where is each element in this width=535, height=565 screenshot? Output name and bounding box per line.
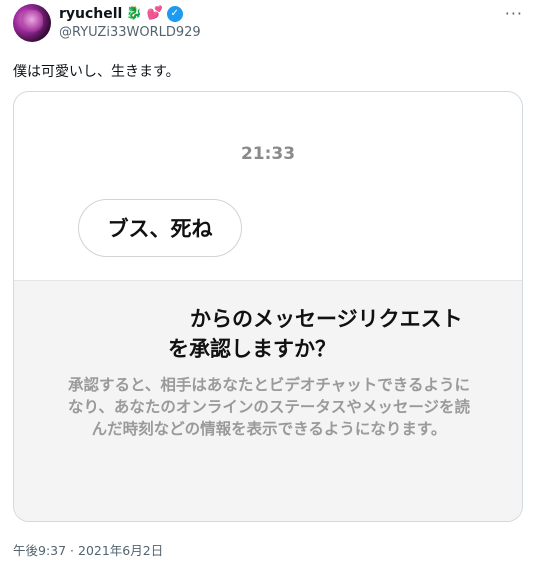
author-name-row[interactable]: ryuchell 🐉 💕 ✓ xyxy=(59,5,183,23)
request-title-line2: を承認しますか？ xyxy=(168,337,336,361)
heart-emoji-icon: 💕 xyxy=(146,6,163,21)
more-options-icon[interactable]: ··· xyxy=(505,4,523,23)
verified-badge-icon[interactable]: ✓ xyxy=(166,6,183,22)
chat-area: 21:33 ブス、死ね xyxy=(14,92,522,280)
message-bubble: ブス、死ね xyxy=(78,199,242,257)
description-line: んだ時刻などの情報を表示できるようになります。 xyxy=(91,420,447,438)
author-handle[interactable]: @RYUZi33WORLD929 xyxy=(59,25,201,40)
tweet-timestamp[interactable]: 午後9:37 · 2021年6月2日 xyxy=(13,540,163,559)
message-time: 21:33 xyxy=(240,144,296,164)
avatar[interactable] xyxy=(13,4,51,42)
attached-image[interactable]: 21:33 ブス、死ね からのメッセージリクエスト を承認しますか？ 承認すると… xyxy=(13,91,523,522)
tweet-text: 僕は可愛いし、生きます。 xyxy=(13,64,180,80)
tweet-header: ryuchell 🐉 💕 ✓ @RYUZi33WORLD929 ··· xyxy=(13,4,523,44)
request-description: 承認すると、相手はあなたとビデオチャットできるように なり、あなたのオンラインの… xyxy=(20,374,518,440)
description-line: 承認すると、相手はあなたとビデオチャットできるように xyxy=(68,376,470,394)
author-display-name[interactable]: ryuchell xyxy=(59,6,122,22)
dragon-emoji-icon: 🐉 xyxy=(126,6,143,21)
description-line: なり、あなたのオンラインのステータスやメッセージを読 xyxy=(67,398,471,416)
request-title-line1: からのメッセージリクエスト xyxy=(190,307,463,331)
